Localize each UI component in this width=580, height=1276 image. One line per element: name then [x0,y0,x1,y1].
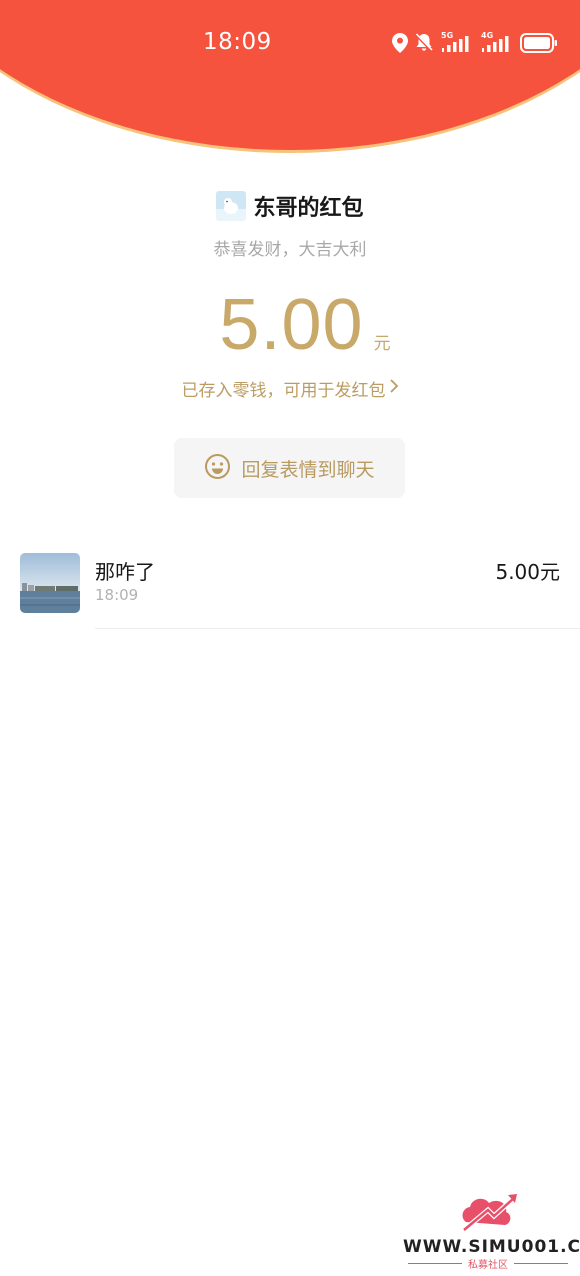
red-packet-detail-page: 18:09 5G 4G 东哥的红包 恭喜发财，大吉大利 5.00 元 已存入零钱… [0,0,580,1276]
chevron-right-icon [389,378,399,399]
sender-avatar[interactable] [216,191,247,221]
saved-note-text: 已存入零钱，可用于发红包 [181,381,386,401]
amount-value: 5.00 [219,285,364,365]
sender-name: 东哥的红包 [253,196,364,221]
signal-5g-icon: 5G [440,32,473,54]
receiver-avatar[interactable] [20,553,80,613]
watermark-subtitle: 私募社区 [408,1256,568,1271]
status-time: 18:09 [203,29,272,55]
receiver-name: 那咋了 [95,560,155,584]
watermark-logo-icon [458,1192,518,1238]
mute-bell-icon [415,33,433,53]
watermark: WWW.SIMU001.CN 私募社区 [400,1192,580,1272]
receiver-amount: 5.00元 [495,560,560,584]
status-bar: 18:09 5G 4G [0,0,580,86]
status-icons: 5G 4G [392,31,558,55]
reply-sticker-button[interactable]: 回复表情到聊天 [174,438,405,498]
battery-icon [520,33,558,53]
reply-button-label: 回复表情到聊天 [241,458,375,481]
location-icon [392,33,408,53]
watermark-text: WWW.SIMU001.CN [403,1237,580,1257]
watermark-subtext: 私募社区 [468,1260,508,1271]
receiver-list-item[interactable]: 那咋了 18:09 5.00元 [0,553,580,629]
smiley-icon [204,453,231,484]
watermark-line-left [408,1263,462,1264]
list-divider [95,628,580,629]
saved-to-wallet-link[interactable]: 已存入零钱，可用于发红包 [0,376,580,401]
receiver-time: 18:09 [95,586,139,604]
amount-unit: 元 [373,334,391,354]
sender-row: 东哥的红包 [0,190,580,222]
watermark-line-right [514,1263,568,1264]
amount-row: 5.00 元 [0,284,580,366]
blessing-text: 恭喜发财，大吉大利 [213,240,367,260]
signal-4g-icon: 4G [480,32,513,54]
